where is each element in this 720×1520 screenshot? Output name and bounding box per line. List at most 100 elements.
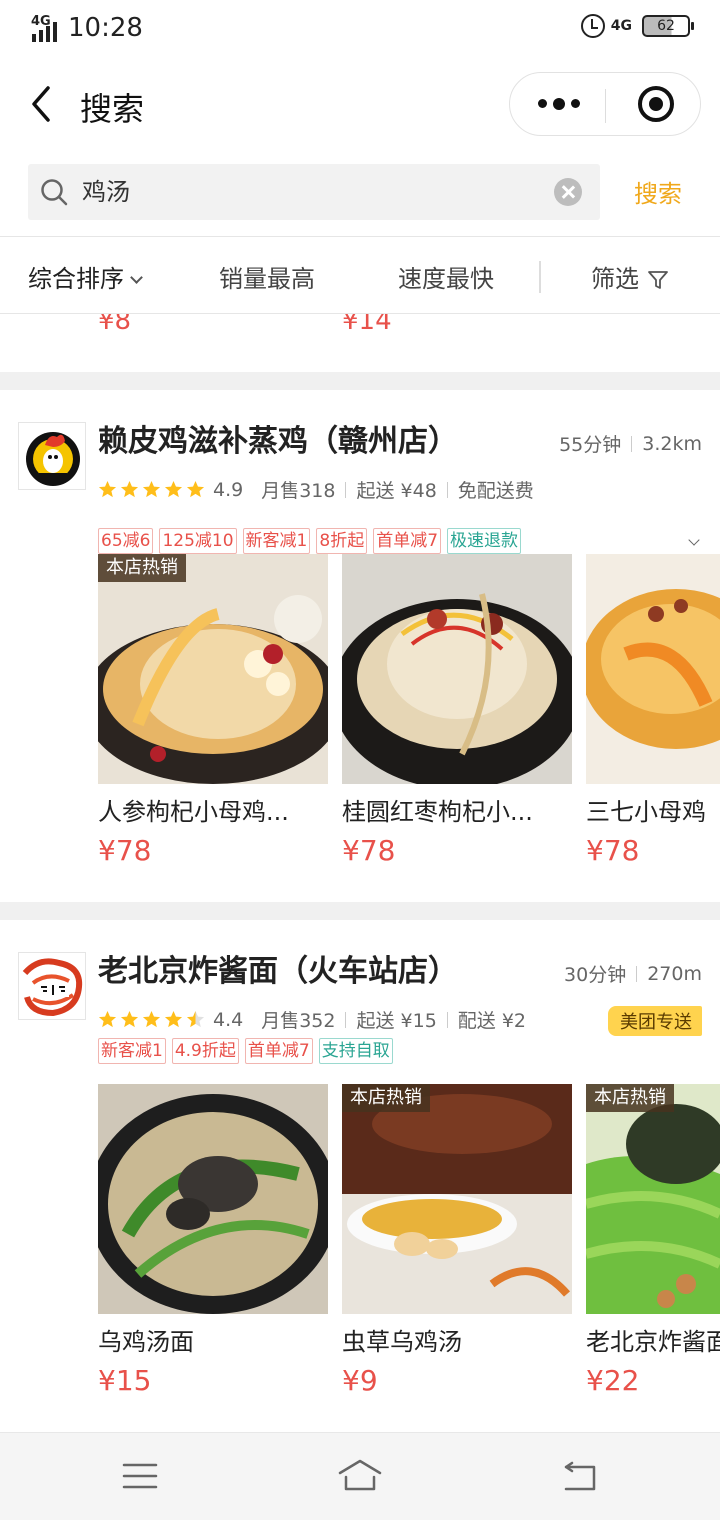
dish-name: 老北京炸酱面: [586, 1328, 720, 1356]
dish-name: 三七小母鸡: [586, 798, 706, 826]
star-icon: [164, 480, 183, 498]
half-star-icon: [186, 1010, 205, 1028]
promo-tag: 8折起: [316, 528, 368, 554]
search-input[interactable]: 鸡汤: [82, 174, 130, 210]
dish-price: ¥9: [342, 1364, 378, 1397]
search-row: 鸡汤 搜索: [0, 154, 720, 236]
mini-program-capsule: [509, 72, 701, 136]
promo-tag: 新客减1: [242, 528, 311, 554]
back-button[interactable]: [24, 84, 64, 124]
promo-tag: 125减10: [159, 528, 237, 554]
promo-tag: 极速退款: [447, 528, 522, 554]
dish-price: ¥8: [98, 314, 132, 336]
distance: 3.2km: [642, 432, 702, 455]
chevron-down-icon: [130, 271, 143, 284]
rating-value: 4.4: [213, 1008, 244, 1031]
sort-sales[interactable]: 销量最高: [219, 259, 315, 294]
filter-icon: [648, 271, 668, 289]
dish-name: 桂圆红枣枸杞小...: [342, 798, 533, 826]
clock: 10:28: [68, 13, 143, 43]
home-icon[interactable]: [336, 1457, 384, 1493]
status-right: 4G 62: [580, 14, 694, 38]
monthly-sales: 月售318: [261, 480, 336, 502]
dish-price: ¥78: [98, 834, 152, 867]
back-nav-icon[interactable]: [560, 1461, 600, 1493]
delivery-time: 30分钟: [564, 964, 627, 986]
promo-tag: 支持自取: [318, 1038, 393, 1064]
sort-divider: [539, 261, 541, 293]
filter-label: 筛选: [591, 265, 639, 293]
system-nav-bar: [0, 1432, 720, 1520]
delivery-fee: 免配送费: [457, 480, 534, 502]
star-icon: [142, 480, 161, 498]
star-icon: [186, 480, 205, 498]
nav-bar: 搜索: [0, 58, 720, 154]
shop-card[interactable]: 老北京炸酱面（火车站店） 30分钟 270m 4.4 月售352 起送 ¥15 配…: [0, 952, 720, 1422]
star-icon: [142, 1010, 161, 1028]
capsule-divider: [605, 89, 606, 123]
delivery-time: 55分钟: [559, 434, 622, 456]
shop-name[interactable]: 赖皮鸡滋补蒸鸡（赣州店）: [98, 422, 458, 462]
shop-meta: 30分钟 270m: [564, 960, 702, 987]
status-bar: 4G 10:28 4G 62: [0, 0, 720, 58]
promo-tag: 新客减1: [98, 1038, 166, 1064]
status-left: 4G 10:28: [30, 12, 143, 44]
dish-image: 本店热销: [342, 1084, 572, 1314]
filter-button[interactable]: 筛选: [591, 259, 669, 294]
menu-icon[interactable]: [122, 1461, 158, 1491]
sort-bar: 综合排序 销量最高 速度最快 筛选: [0, 236, 720, 314]
star-icon: [120, 480, 139, 498]
clear-icon[interactable]: [554, 178, 582, 206]
shop-name[interactable]: 老北京炸酱面（火车站店）: [98, 952, 458, 992]
dish-image: [586, 554, 720, 784]
alarm-icon: [580, 14, 605, 38]
hot-seller-badge: 本店热销: [586, 1084, 674, 1112]
meituan-delivery-badge: 美团专送: [608, 1006, 702, 1036]
chevron-left-icon: [32, 86, 50, 122]
promo-tag: 4.9折起: [171, 1038, 239, 1064]
promo-tag: 65减6: [98, 528, 154, 554]
dish-price: ¥22: [586, 1364, 640, 1397]
target-icon[interactable]: [638, 86, 674, 122]
promo-tags: 新客减1 4.9折起 首单减7 支持自取: [98, 1038, 393, 1064]
sort-label: 综合排序: [28, 265, 124, 293]
shop-card[interactable]: 赖皮鸡滋补蒸鸡（赣州店） 55分钟 3.2km 4.9 月售318 起送 ¥48 …: [0, 422, 720, 902]
hot-seller-badge: 本店热销: [98, 554, 186, 582]
section-separator: [0, 372, 720, 390]
search-button[interactable]: 搜索: [634, 174, 682, 209]
hot-seller-badge: 本店热销: [342, 1084, 430, 1112]
previous-shop-partial: ¥8 ¥14: [0, 314, 720, 372]
network-4g-label: 4G: [610, 18, 632, 34]
dish-image: [342, 554, 572, 784]
battery-icon: 62: [642, 15, 694, 37]
dish-name: 人参枸杞小母鸡...: [98, 798, 289, 826]
dish-price: ¥14: [342, 314, 392, 336]
battery-level: 62: [657, 18, 675, 34]
sort-speed[interactable]: 速度最快: [398, 259, 494, 294]
rating-value: 4.9: [213, 478, 244, 501]
star-icon: [120, 1010, 139, 1028]
promo-tag: 首单减7: [244, 1038, 313, 1064]
promo-tags: 65减6 125减10 新客减1 8折起 首单减7 极速退款: [98, 528, 522, 554]
star-icon: [98, 480, 117, 498]
dish-image: [98, 1084, 328, 1314]
shop-stats: 4.4 月售352 起送 ¥15 配送 ¥2: [98, 1006, 526, 1033]
delivery-fee: 配送 ¥2: [457, 1010, 527, 1032]
rating-stars: [98, 480, 205, 499]
dish-name: 虫草乌鸡汤: [342, 1328, 462, 1356]
star-icon: [164, 1010, 183, 1028]
min-order: 起送 ¥15: [356, 1010, 437, 1032]
shop-logo: [18, 952, 86, 1020]
search-icon: [41, 179, 68, 206]
more-dots-icon[interactable]: [538, 97, 580, 110]
promo-tag: 首单减7: [373, 528, 442, 554]
dish-price: ¥78: [586, 834, 640, 867]
signal-icon: 4G: [30, 14, 62, 44]
shop-meta: 55分钟 3.2km: [559, 430, 702, 457]
search-box[interactable]: 鸡汤: [28, 164, 600, 220]
chevron-down-icon[interactable]: [688, 534, 700, 546]
section-separator: [0, 902, 720, 920]
rating-stars: [98, 1010, 205, 1029]
page-title: 搜索: [80, 90, 145, 128]
sort-comprehensive[interactable]: 综合排序: [28, 259, 143, 294]
